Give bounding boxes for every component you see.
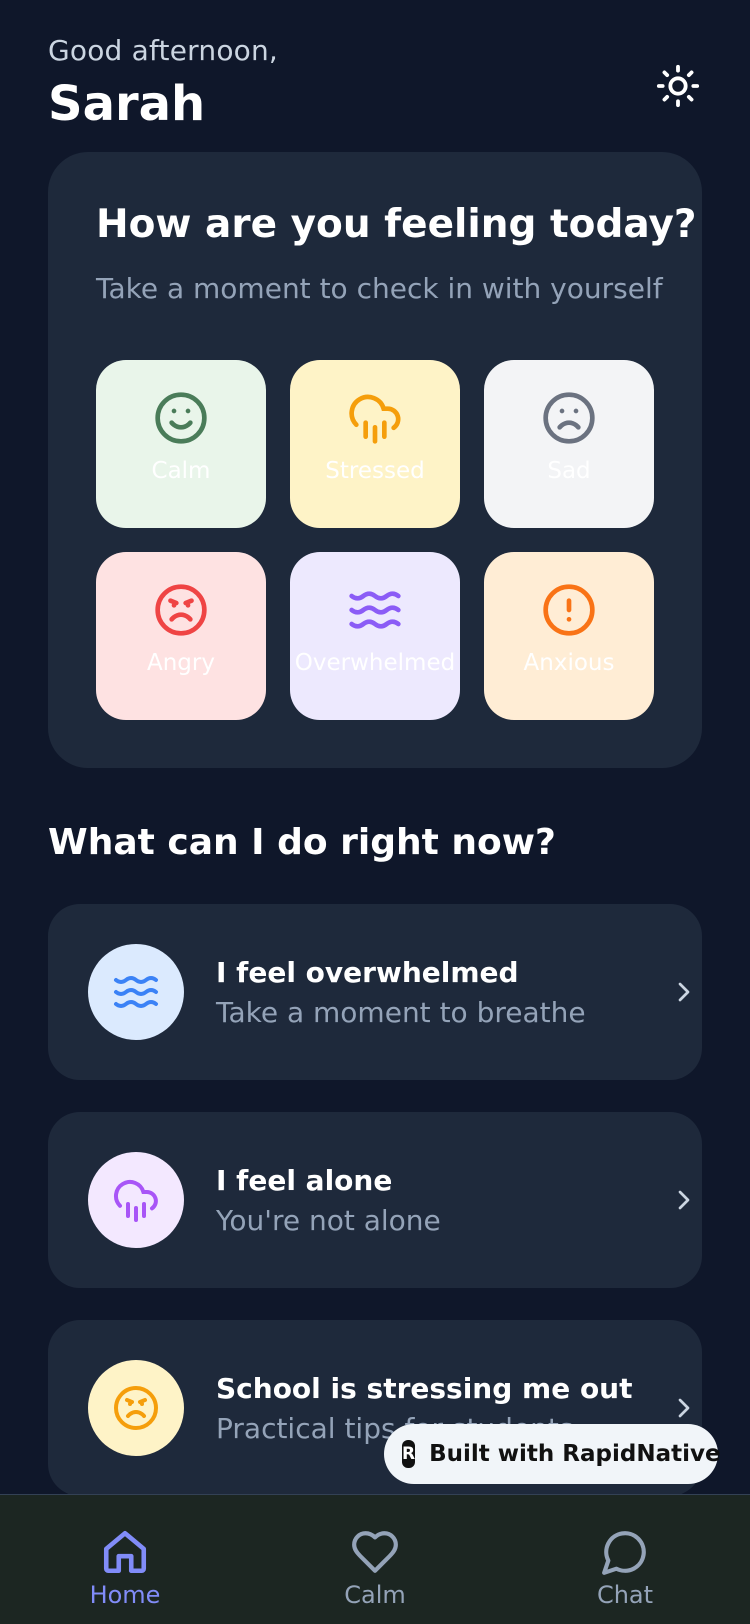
frown-icon [114,1386,158,1430]
checkin-subtitle: Take a moment to check in with yourself [96,272,663,305]
user-name: Sarah [48,76,206,132]
action-icon-circle [88,1152,184,1248]
action-title: I feel alone [216,1164,393,1197]
theme-toggle-button[interactable] [652,60,704,112]
badge-text: Built with RapidNative [429,1441,721,1467]
mood-label: Stressed [325,458,425,484]
checkin-title: How are you feeling today? [96,202,697,247]
action-icon-circle [88,1360,184,1456]
rapidnative-logo-icon: R [402,1440,416,1468]
chevron-right-icon [678,1398,690,1418]
mood-option-anxious[interactable]: Anxious [484,552,654,720]
chevron-right-icon [678,982,690,1002]
message-circle-icon [602,1531,646,1575]
action-description: Take a moment to breathe [216,996,586,1029]
tab-chat[interactable]: Chat [500,1495,750,1624]
action-description: You're not alone [216,1204,441,1237]
waves-icon [349,591,401,629]
mood-label: Calm [151,458,211,484]
alert-circle-icon [543,584,595,636]
mood-option-angry[interactable]: Angry [96,552,266,720]
action-icon-circle [88,944,184,1040]
heart-icon [352,1531,398,1573]
angry-icon [155,584,207,636]
tab-calm[interactable]: Calm [250,1495,500,1624]
mood-label: Anxious [523,650,615,676]
mood-option-sad[interactable]: Sad [484,360,654,528]
mood-label: Overwhelmed [294,650,456,676]
mood-option-calm[interactable]: Calm [96,360,266,528]
frown-icon [543,392,595,444]
greeting-text: Good afternoon, [48,34,279,67]
chevron-right-icon [678,1190,690,1210]
built-with-badge[interactable]: R Built with RapidNative [384,1424,721,1484]
tab-label: Calm [344,1581,406,1609]
mood-label: Sad [547,458,591,484]
cloud-rain-icon [114,1179,158,1222]
mood-option-stressed[interactable]: Stressed [290,360,460,528]
smile-icon [155,392,207,444]
mood-checkin-card: How are you feeling today? Take a moment… [48,152,702,768]
action-item-alone[interactable]: I feel alone You're not alone [48,1112,702,1288]
tab-label: Chat [596,1581,654,1609]
home-icon [103,1530,147,1574]
mood-label: Angry [147,650,215,676]
tab-label: Home [89,1581,161,1609]
action-title: I feel overwhelmed [216,956,519,989]
actions-section-title: What can I do right now? [48,822,556,863]
action-item-overwhelmed[interactable]: I feel overwhelmed Take a moment to brea… [48,904,702,1080]
waves-icon [114,975,158,1009]
action-title: School is stressing me out [216,1372,633,1405]
cloud-rain-icon [349,394,401,444]
bottom-tab-bar: Home Calm Chat [0,1494,750,1624]
mood-option-overwhelmed[interactable]: Overwhelmed [290,552,460,720]
sun-icon [656,64,700,108]
tab-home[interactable]: Home [0,1495,250,1624]
